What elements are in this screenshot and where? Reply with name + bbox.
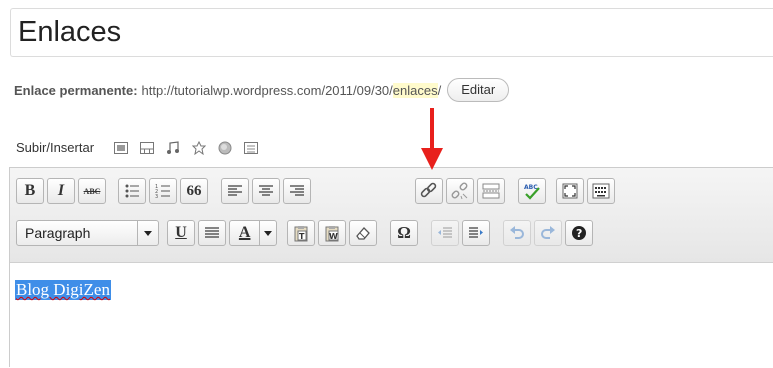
insert-more-button[interactable] [477,178,505,204]
undo-button[interactable] [503,220,531,246]
media-icon[interactable] [192,140,207,155]
numbered-list-button[interactable]: 123 [149,178,177,204]
svg-text:3: 3 [155,194,158,199]
permalink-slug[interactable]: enlaces [392,82,438,98]
align-center-icon [259,185,273,196]
align-left-button[interactable] [221,178,249,204]
paste-text-button[interactable]: T [287,220,315,246]
media-upload-label: Subir/Insertar [16,140,95,155]
justify-button[interactable] [198,220,226,246]
editor-content-area[interactable]: Blog DigiZen [10,263,773,368]
special-character-button[interactable]: Ω [390,220,418,246]
permalink-label: Enlace permanente: [14,82,138,98]
post-editor: B I ABC 123 66 ABC Paragraph U A T W Ω ?… [9,167,773,368]
editor-selected-text[interactable]: Blog DigiZen [15,280,111,300]
omega-icon: Ω [397,223,411,242]
format-select[interactable]: Paragraph [16,220,159,246]
outdent-icon [438,227,452,238]
align-right-button[interactable] [283,178,311,204]
paste-word-icon: W [325,225,339,241]
paste-text-icon: T [294,225,308,241]
help-button[interactable]: ? [565,220,593,246]
red-arrow-icon [421,108,443,170]
bullet-list-button[interactable] [118,178,146,204]
numbered-list-icon: 123 [155,184,170,199]
align-right-icon [290,185,304,196]
align-center-button[interactable] [252,178,280,204]
chevron-down-icon[interactable] [259,221,276,245]
image-icon[interactable] [114,141,129,155]
strikethrough-button[interactable]: ABC [78,178,106,204]
undo-icon [510,226,524,239]
permalink-row: Enlace permanente: http://tutorialwp.wor… [14,78,510,102]
spellcheck-button[interactable]: ABC [518,178,546,204]
link-icon [420,182,437,198]
fullscreen-icon [562,183,578,199]
quote-icon: 66 [186,182,202,199]
bullet-list-icon [125,184,139,198]
spellcheck-icon: ABC [524,184,540,200]
kitchen-sink-icon [592,183,610,199]
audio-icon[interactable] [166,140,180,155]
unlink-button[interactable] [446,178,474,204]
post-title[interactable]: Enlaces [18,16,121,49]
svg-text:T: T [299,232,305,241]
justify-icon [205,227,219,238]
redo-button[interactable] [534,220,562,246]
bold-label: B [24,182,36,199]
redo-icon [541,226,555,239]
fullscreen-button[interactable] [556,178,584,204]
clear-formatting-button[interactable] [349,220,377,246]
strikethrough-label: ABC [83,186,101,196]
chevron-down-icon[interactable] [137,221,158,245]
permalink-trailing: / [437,82,442,98]
text-color-button[interactable]: A [229,220,277,246]
blockquote-button[interactable]: 66 [180,178,208,204]
kitchen-sink-button[interactable] [587,178,615,204]
underline-button[interactable]: U [167,220,195,246]
paste-word-button[interactable]: W [318,220,346,246]
media-upload-row: Subir/Insertar [16,140,259,155]
permalink-url: http://tutorialwp.wordpress.com/2011/09/… [141,82,393,98]
poll-icon[interactable] [218,141,232,155]
edit-permalink-button[interactable]: Editar [447,78,510,102]
outdent-button[interactable] [431,220,459,246]
bold-button[interactable]: B [16,178,44,204]
align-left-icon [228,185,242,196]
video-icon[interactable] [140,141,155,155]
svg-text:W: W [329,232,338,241]
more-tag-icon [482,183,500,199]
underline-label: U [175,224,187,241]
form-icon[interactable] [244,141,259,155]
indent-icon [469,227,483,238]
editor-toolbar: B I ABC 123 66 ABC Paragraph U A T W Ω ? [10,168,773,263]
help-icon: ? [572,226,586,240]
unlink-icon [451,182,468,200]
italic-button[interactable]: I [47,178,75,204]
text-color-label: A [238,224,251,241]
svg-text:?: ? [576,227,582,240]
eraser-icon [356,227,370,240]
insert-link-button[interactable] [415,178,443,204]
indent-button[interactable] [462,220,490,246]
format-select-value: Paragraph [25,225,91,241]
italic-label: I [57,182,65,199]
post-title-field[interactable]: Enlaces [10,8,773,57]
